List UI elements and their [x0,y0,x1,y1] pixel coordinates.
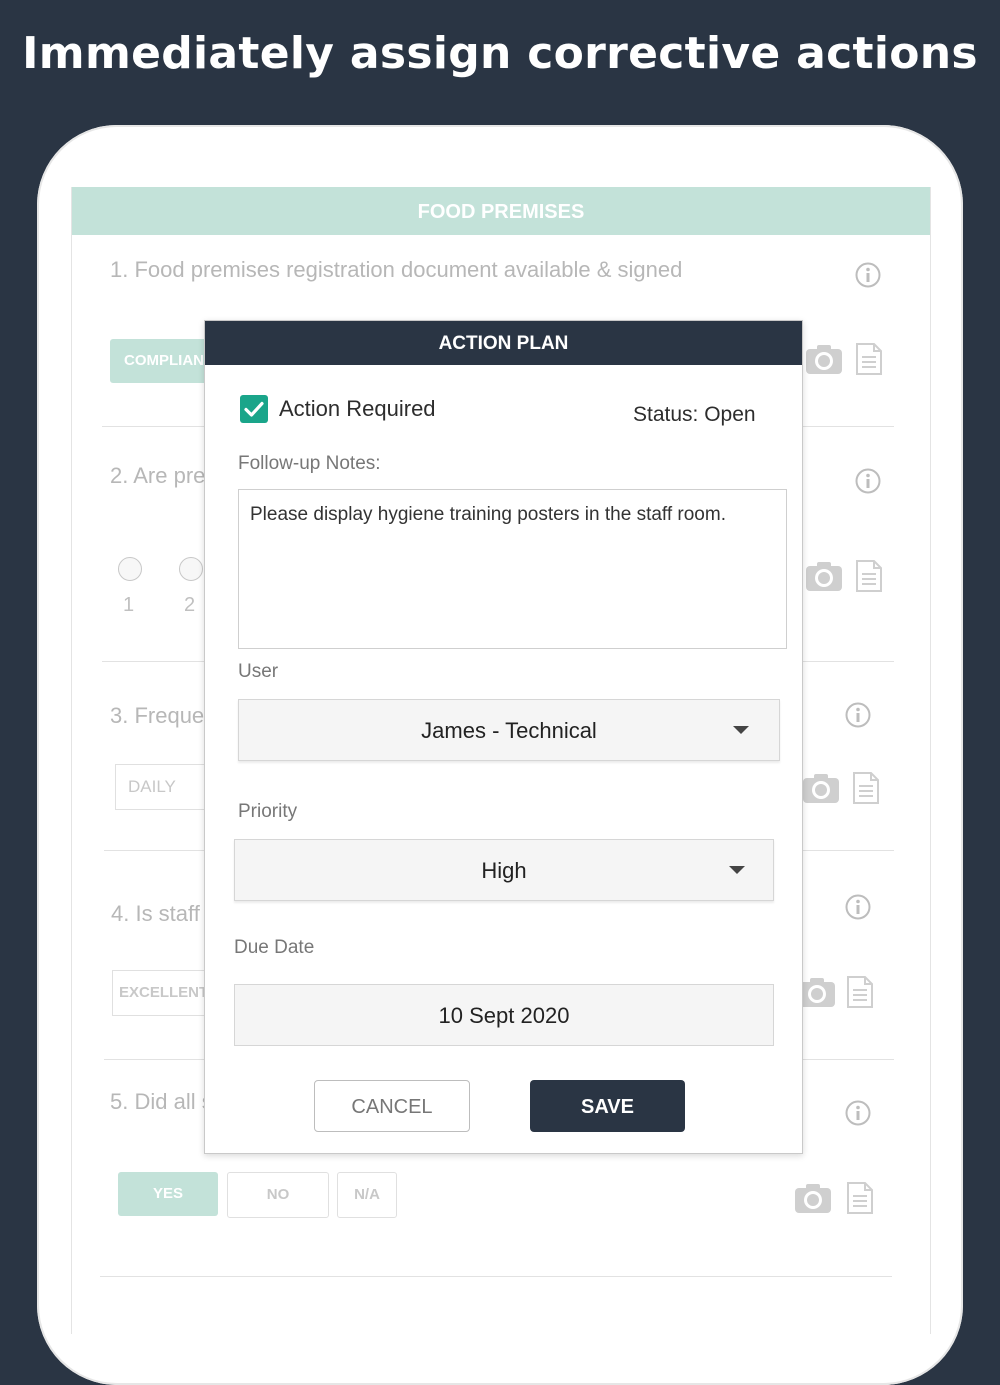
camera-icon[interactable] [794,1182,832,1214]
info-icon[interactable] [845,894,871,920]
headline: Immediately assign corrective actions [22,28,978,79]
radio-label-2: 2 [184,594,196,616]
question-5-text: 5. Did all s [110,1089,213,1114]
priority-label: Priority [238,801,298,822]
section-header: FOOD PREMISES [72,187,930,235]
na-button[interactable]: N/A [337,1172,397,1218]
question-1-text: 1. Food premises registration document a… [110,257,683,282]
priority-select[interactable]: High [234,839,774,901]
camera-icon[interactable] [805,343,843,375]
status-label: Status: Open [633,403,756,426]
checkmark-icon [244,401,264,417]
document-icon[interactable] [846,1182,874,1214]
user-select-value: James - Technical [421,718,597,743]
save-button[interactable]: SAVE [530,1080,685,1132]
info-icon[interactable] [845,702,871,728]
document-icon[interactable] [855,343,883,375]
divider [100,1276,892,1277]
camera-icon[interactable] [802,772,840,804]
no-button[interactable]: NO [227,1172,329,1218]
document-icon[interactable] [852,772,880,804]
info-icon[interactable] [845,1100,871,1126]
user-select[interactable]: James - Technical [238,699,780,761]
radio-option-1[interactable] [118,557,142,581]
follow-up-notes-label: Follow-up Notes: [238,453,381,474]
dialog-title: ACTION PLAN [205,321,802,365]
action-required-checkbox[interactable] [240,395,268,423]
yes-button[interactable]: YES [118,1172,218,1216]
due-date-label: Due Date [234,937,315,958]
cancel-button[interactable]: CANCEL [314,1080,470,1132]
document-icon[interactable] [855,560,883,592]
radio-label-1: 1 [123,594,135,616]
caret-down-icon [733,726,749,734]
info-icon[interactable] [855,468,881,494]
action-required-label: Action Required [279,396,436,421]
due-date-field[interactable]: 10 Sept 2020 [234,984,774,1046]
info-icon[interactable] [855,262,881,288]
priority-select-value: High [481,858,527,883]
question-4-text: 4. Is staff [111,901,200,926]
question-2-text: 2. Are pre [110,463,206,488]
camera-icon[interactable] [798,976,836,1008]
follow-up-notes-textarea[interactable]: Please display hygiene training posters … [238,489,787,649]
caret-down-icon [729,866,745,874]
action-plan-dialog: ACTION PLAN Action Required Status: Open… [204,320,803,1154]
document-icon[interactable] [846,976,874,1008]
question-3-text: 3. Freque [110,703,205,728]
camera-icon[interactable] [805,560,843,592]
radio-option-2[interactable] [179,557,203,581]
user-label: User [238,661,279,682]
